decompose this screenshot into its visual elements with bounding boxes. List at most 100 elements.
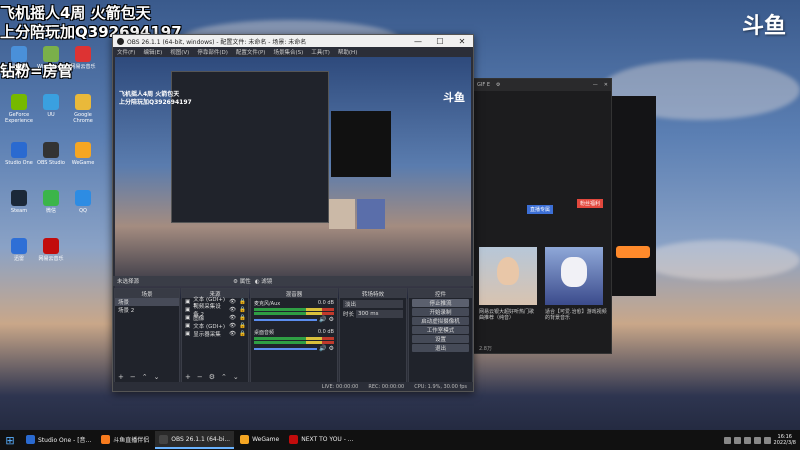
remove-icon[interactable]: − bbox=[197, 373, 203, 381]
tray-icon[interactable] bbox=[733, 436, 741, 444]
desktop-icon[interactable]: 此电脑 bbox=[4, 46, 34, 70]
menu-item[interactable]: 工具(T) bbox=[311, 48, 330, 56]
lock-icon[interactable]: 🔒 bbox=[239, 307, 248, 313]
control-button[interactable]: 启动虚拟摄像机 bbox=[412, 317, 469, 325]
taskbar-item[interactable]: WeGame bbox=[236, 431, 283, 449]
taskbar-items: Studio One - [音... 斗鱼直播伴侣 OBS 26.1.1 (64-b… bbox=[22, 431, 358, 449]
settings-icon[interactable]: ⚙ bbox=[496, 82, 500, 88]
gear-icon[interactable]: ⚙ bbox=[329, 345, 334, 352]
close-icon[interactable]: ✕ bbox=[604, 82, 611, 88]
transition-select[interactable]: 淡出 bbox=[343, 300, 403, 308]
app-icon bbox=[43, 94, 59, 110]
desktop-icon[interactable]: Wire Mac... bbox=[36, 46, 66, 70]
video-thumbnail-1[interactable] bbox=[479, 247, 537, 305]
source-item[interactable]: ▣ 文本 (GDI+) 👁 🔒 bbox=[182, 322, 248, 330]
volume-icon[interactable] bbox=[763, 436, 771, 444]
taskbar-item[interactable]: 斗鱼直播伴侣 bbox=[97, 431, 153, 449]
control-button[interactable]: 停止推流 bbox=[412, 299, 469, 307]
control-button[interactable]: 设置 bbox=[412, 335, 469, 343]
taskbar-item[interactable]: Studio One - [音... bbox=[22, 431, 95, 449]
desktop-icon[interactable]: Studio One bbox=[4, 142, 34, 166]
minimize-button[interactable]: — bbox=[407, 37, 429, 46]
filters-button[interactable]: ◐ 滤镜 bbox=[255, 277, 273, 285]
nested-obs-window bbox=[171, 71, 329, 223]
gear-icon[interactable]: ⚙ bbox=[329, 316, 334, 323]
visibility-eye-icon[interactable]: 👁 bbox=[229, 323, 236, 329]
obs-preview[interactable]: 斗鱼 飞机摇人4周 火箭包天 上分陪玩加Q392694197 bbox=[115, 57, 471, 299]
source-item[interactable]: ▣ 显示器采集 👁 🔒 bbox=[182, 330, 248, 338]
lock-icon[interactable]: 🔒 bbox=[239, 315, 248, 321]
properties-button[interactable]: ⚙ 属性 bbox=[233, 277, 251, 285]
orange-action-button[interactable] bbox=[616, 246, 650, 258]
system-clock[interactable]: 16:16 2022/3/8 bbox=[774, 434, 796, 446]
menu-item[interactable]: 配置文件(P) bbox=[236, 48, 266, 56]
source-item[interactable]: ▣ 视频采集设备 2 👁 🔒 bbox=[182, 304, 248, 318]
control-button[interactable]: 开始录制 bbox=[412, 308, 469, 316]
move-down-icon[interactable]: ⌄ bbox=[154, 373, 160, 381]
maximize-button[interactable]: ☐ bbox=[429, 37, 451, 46]
move-up-icon[interactable]: ⌃ bbox=[142, 373, 148, 381]
tray-icon[interactable] bbox=[723, 436, 731, 444]
video-thumbnail-2[interactable] bbox=[545, 247, 603, 305]
desktop-icon[interactable]: GeForce Experience bbox=[4, 94, 34, 124]
menu-item[interactable]: 视图(V) bbox=[170, 48, 189, 56]
duration-input[interactable]: 300 ms bbox=[356, 310, 403, 318]
taskbar-item[interactable]: OBS 26.1.1 (64-bi... bbox=[155, 431, 235, 449]
control-button[interactable]: 退出 bbox=[412, 344, 469, 352]
tray-icon[interactable] bbox=[743, 436, 751, 444]
sources-dock: 来源 ▣ 文本 (GDI+) 5 👁 🔒 ▣ 视频采集设备 2 👁 🔒 ▣ 图像 👁 🔒 ▣ 文本 (GD… bbox=[181, 288, 249, 383]
gear-icon[interactable]: ⚙ bbox=[209, 373, 215, 381]
control-button[interactable]: 工作室模式 bbox=[412, 326, 469, 334]
thumb-caption-1[interactable]: 网易云银大超好听热门歌曲推荐（纯音） bbox=[479, 309, 537, 321]
visibility-eye-icon[interactable]: 👁 bbox=[229, 299, 236, 305]
add-icon[interactable]: + bbox=[118, 373, 124, 381]
add-icon[interactable]: + bbox=[185, 373, 191, 381]
remove-icon[interactable]: − bbox=[130, 373, 136, 381]
scene-item[interactable]: 场景 bbox=[115, 298, 179, 306]
mixer-dock-title: 混音器 bbox=[251, 289, 337, 298]
lock-icon[interactable]: 🔒 bbox=[239, 323, 248, 329]
controls-dock: 控件 停止推流 开始录制 启动虚拟摄像机 工作室模式 设置 退出 bbox=[408, 288, 473, 383]
desktop-icon[interactable]: Google Chrome bbox=[68, 94, 98, 124]
app-icon bbox=[11, 142, 27, 158]
desktop-icon[interactable]: 网易云音乐 bbox=[68, 46, 98, 70]
obs-titlebar[interactable]: OBS 26.1.1 (64-bit, windows) - 配置文件: 未命名… bbox=[113, 35, 473, 47]
move-up-icon[interactable]: ⌃ bbox=[221, 373, 227, 381]
desktop-icon[interactable]: UU bbox=[36, 94, 66, 118]
desktop-icon[interactable]: QQ bbox=[68, 190, 98, 214]
app-icon bbox=[26, 434, 35, 444]
thumb-caption-2[interactable]: 适合【可爱.治愈】游戏视频的背景音乐 bbox=[545, 309, 607, 321]
visibility-eye-icon[interactable]: 👁 bbox=[229, 315, 236, 321]
desktop-icon[interactable]: 迅雷 bbox=[4, 238, 34, 262]
move-down-icon[interactable]: ⌄ bbox=[233, 373, 239, 381]
desktop-icon[interactable]: 微信 bbox=[36, 190, 66, 214]
visibility-eye-icon[interactable]: 👁 bbox=[229, 331, 236, 337]
desktop-icon[interactable]: 网易云音乐 bbox=[36, 238, 66, 262]
desktop-icon[interactable]: Steam bbox=[4, 190, 34, 214]
scene-item[interactable]: 场景 2 bbox=[115, 306, 179, 314]
network-icon[interactable] bbox=[753, 436, 761, 444]
lock-icon[interactable]: 🔒 bbox=[239, 299, 248, 305]
desktop-icon[interactable]: OBS Studio bbox=[36, 142, 66, 166]
windows-start-icon[interactable]: ⊞ bbox=[0, 430, 20, 450]
menu-item[interactable]: 场景集合(S) bbox=[273, 48, 303, 56]
volume-slider[interactable] bbox=[254, 318, 318, 321]
speaker-icon[interactable]: 🔊 bbox=[319, 345, 326, 352]
minimize-icon[interactable]: — bbox=[593, 82, 598, 88]
taskbar-item[interactable]: NEXT TO YOU - ... bbox=[285, 431, 357, 449]
fans-tag[interactable]: 粉丝福利 bbox=[577, 199, 604, 208]
menu-item[interactable]: 停靠部件(D) bbox=[197, 48, 228, 56]
menu-item[interactable]: 编辑(E) bbox=[143, 48, 162, 56]
visibility-eye-icon[interactable]: 👁 bbox=[229, 307, 236, 313]
menu-item[interactable]: 文件(F) bbox=[117, 48, 135, 56]
status-item: CPU: 1.9%, 30.00 fps bbox=[414, 383, 467, 390]
volume-slider[interactable] bbox=[254, 347, 318, 350]
live-tag[interactable]: 直播专属 bbox=[527, 205, 554, 214]
live-assistant-window: GIF E ⚙ — ✕ 直播专属 粉丝福利 网易云银大超好听热门歌曲推荐（纯音）… bbox=[472, 78, 612, 354]
menu-item[interactable]: 帮助(H) bbox=[338, 48, 357, 56]
desktop-icon-label: GeForce Experience bbox=[5, 112, 33, 124]
speaker-icon[interactable]: 🔊 bbox=[319, 316, 326, 323]
lock-icon[interactable]: 🔒 bbox=[239, 331, 248, 337]
close-button[interactable]: ✕ bbox=[451, 37, 473, 46]
desktop-icon[interactable]: WeGame bbox=[68, 142, 98, 166]
